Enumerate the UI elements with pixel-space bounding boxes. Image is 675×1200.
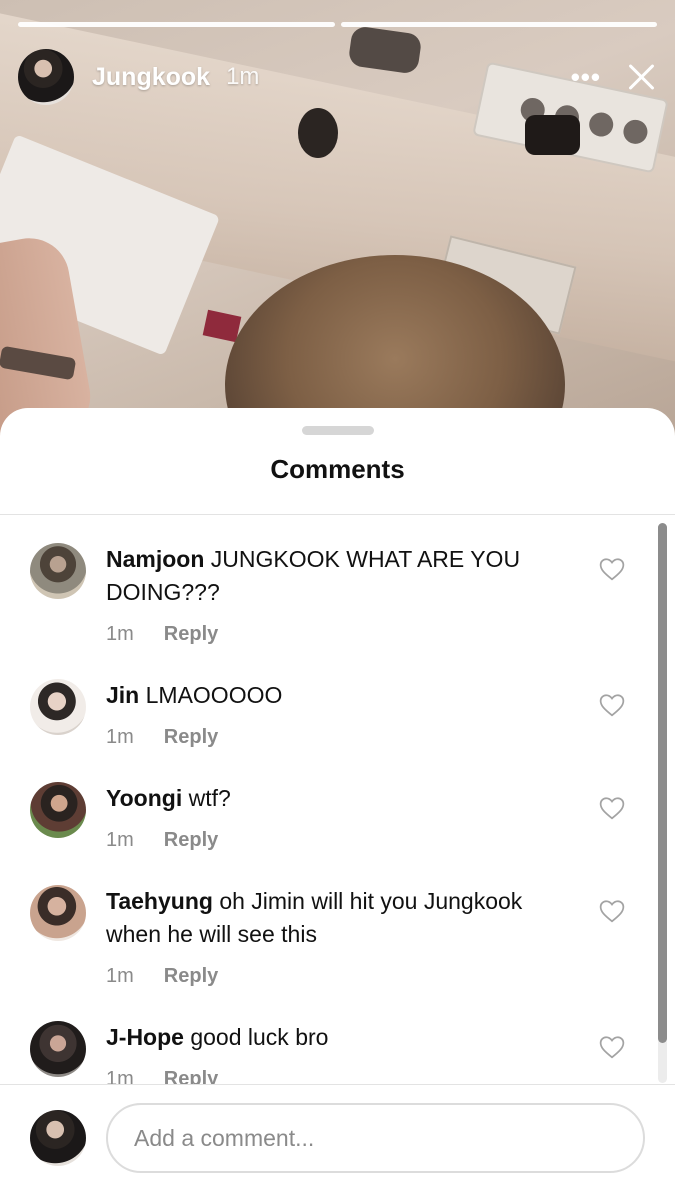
heart-icon[interactable] <box>599 899 625 923</box>
comment-author[interactable]: Namjoon <box>106 546 204 572</box>
comment-item: Taehyung oh Jimin will hit you Jungkook … <box>30 885 625 988</box>
comment-time: 1m <box>106 1068 134 1085</box>
heart-icon[interactable] <box>599 693 625 717</box>
comment-item: Yoongi wtf? 1m Reply <box>30 782 625 852</box>
reply-button[interactable]: Reply <box>164 726 218 749</box>
comment-author[interactable]: Yoongi <box>106 785 182 811</box>
comment-item: Jin LMAOOOOO 1m Reply <box>30 679 625 749</box>
more-horizontal-icon[interactable]: ••• <box>571 64 601 90</box>
avatar <box>30 1110 86 1166</box>
reply-button[interactable]: Reply <box>164 1068 218 1085</box>
story-header: Jungkook 1m ••• <box>18 48 657 106</box>
story-username[interactable]: Jungkook <box>92 63 210 92</box>
avatar[interactable] <box>30 679 86 735</box>
comments-sheet: Comments Namjoon JUNGKOOK WHAT ARE YOU D… <box>0 408 675 1200</box>
story-viewer[interactable]: Jungkook 1m ••• <box>0 0 675 440</box>
reply-button[interactable]: Reply <box>164 623 218 646</box>
sheet-title: Comments <box>270 454 405 484</box>
comment-message: LMAOOOOO <box>145 682 283 708</box>
scrollbar[interactable] <box>658 523 667 1083</box>
sheet-drag-handle[interactable] <box>302 426 374 435</box>
reply-button[interactable]: Reply <box>164 965 218 988</box>
heart-icon[interactable] <box>599 1035 625 1059</box>
story-timestamp: 1m <box>226 63 260 90</box>
avatar[interactable] <box>18 49 74 105</box>
divider <box>0 1084 675 1085</box>
comment-list[interactable]: Namjoon JUNGKOOK WHAT ARE YOU DOING??? 1… <box>0 515 675 1085</box>
heart-icon[interactable] <box>599 557 625 581</box>
comment-text: Taehyung oh Jimin will hit you Jungkook … <box>106 885 576 951</box>
comment-time: 1m <box>106 829 134 851</box>
comment-time: 1m <box>106 965 134 987</box>
comment-item: Namjoon JUNGKOOK WHAT ARE YOU DOING??? 1… <box>30 543 625 646</box>
comment-text: Jin LMAOOOOO <box>106 679 576 712</box>
comment-text: J-Hope good luck bro <box>106 1021 576 1054</box>
heart-icon[interactable] <box>599 796 625 820</box>
comment-input[interactable] <box>106 1103 645 1173</box>
story-photo-object <box>525 115 580 155</box>
comment-message: wtf? <box>188 785 231 811</box>
comment-composer <box>30 1102 645 1174</box>
avatar[interactable] <box>30 543 86 599</box>
comment-text: Yoongi wtf? <box>106 782 576 815</box>
comment-message: good luck bro <box>190 1024 329 1050</box>
story-photo-object <box>298 108 338 158</box>
close-icon[interactable] <box>627 62 657 92</box>
comment-time: 1m <box>106 623 134 645</box>
comment-author[interactable]: Taehyung <box>106 888 213 914</box>
reply-button[interactable]: Reply <box>164 829 218 852</box>
scrollbar-thumb[interactable] <box>658 523 667 1043</box>
story-progress <box>18 22 657 27</box>
story-progress-segment <box>18 22 335 27</box>
comment-text: Namjoon JUNGKOOK WHAT ARE YOU DOING??? <box>106 543 576 609</box>
comment-item: J-Hope good luck bro 1m Reply <box>30 1021 625 1085</box>
story-progress-segment <box>340 22 657 27</box>
comment-time: 1m <box>106 726 134 748</box>
avatar[interactable] <box>30 1021 86 1077</box>
comment-author[interactable]: Jin <box>106 682 139 708</box>
comment-author[interactable]: J-Hope <box>106 1024 184 1050</box>
avatar[interactable] <box>30 885 86 941</box>
avatar[interactable] <box>30 782 86 838</box>
